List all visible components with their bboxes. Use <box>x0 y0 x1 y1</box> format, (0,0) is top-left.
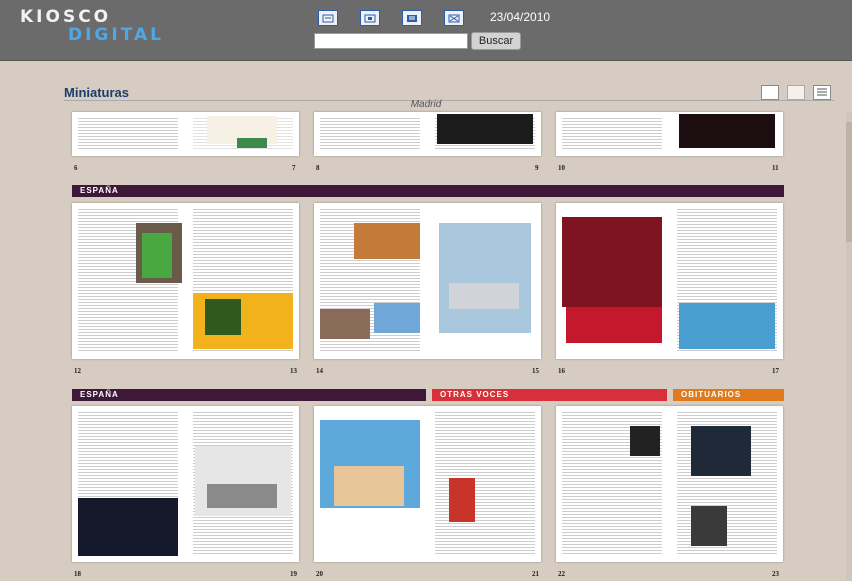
page-number: 6 <box>74 164 78 172</box>
page-thumbnail[interactable] <box>429 406 541 562</box>
page-thumbnail[interactable] <box>671 203 783 359</box>
page-thumbnail[interactable] <box>72 203 184 359</box>
page-view-icon[interactable] <box>318 10 338 26</box>
page-spread[interactable] <box>72 112 299 156</box>
page-number: 9 <box>535 164 539 172</box>
top-bar: KIOSCO DIGITAL 23/04/2010 Buscar <box>0 0 852 61</box>
section-band-obituarios: OBITUARIOS <box>673 389 784 401</box>
page-number: 12 <box>74 367 81 375</box>
page-spread[interactable] <box>556 112 783 156</box>
page-number: 18 <box>74 570 81 578</box>
screen-view-icon[interactable] <box>360 10 380 26</box>
page-spread[interactable] <box>556 203 783 359</box>
page-number: 10 <box>558 164 565 172</box>
single-page-view-icon[interactable] <box>761 85 779 100</box>
page-number: 8 <box>316 164 320 172</box>
scrollbar-thumb[interactable] <box>846 122 852 242</box>
page-number: 21 <box>532 570 539 578</box>
kiosco-digital-logo: KIOSCO DIGITAL <box>20 8 164 44</box>
page-number: 23 <box>772 570 779 578</box>
page-spread[interactable] <box>72 406 299 562</box>
page-spread[interactable] <box>314 406 541 562</box>
search-button[interactable]: Buscar <box>471 32 521 50</box>
page-spread[interactable] <box>72 203 299 359</box>
page-number: 16 <box>558 367 565 375</box>
page-number: 15 <box>532 367 539 375</box>
page-thumbnail[interactable] <box>72 112 184 156</box>
toolbar <box>318 10 464 26</box>
page-thumbnail[interactable] <box>314 112 426 156</box>
page-thumbnail[interactable] <box>72 406 184 562</box>
page-spread[interactable] <box>556 406 783 562</box>
section-band-espana: ESPAÑA <box>72 185 784 197</box>
page-thumbnail[interactable] <box>187 112 299 156</box>
edition-date: 23/04/2010 <box>490 10 551 24</box>
scrollbar[interactable] <box>846 112 852 581</box>
page-number: 13 <box>290 367 297 375</box>
page-thumbnail[interactable] <box>429 203 541 359</box>
page-number: 11 <box>772 164 779 172</box>
page-thumbnail[interactable] <box>671 406 783 562</box>
double-page-view-icon[interactable] <box>787 85 805 100</box>
page-number: 17 <box>772 367 779 375</box>
page-spread[interactable] <box>314 203 541 359</box>
page-thumbnail[interactable] <box>671 112 783 156</box>
page-number: 14 <box>316 367 323 375</box>
page-thumbnail[interactable] <box>556 203 668 359</box>
logo-bottom-text: DIGITAL <box>68 25 164 45</box>
list-layout-icon[interactable] <box>813 85 831 100</box>
page-number: 19 <box>290 570 297 578</box>
page-thumbnail[interactable] <box>556 406 668 562</box>
section-band-otras-voces: OTRAS VOCES <box>432 389 667 401</box>
page-thumbnail[interactable] <box>187 406 299 562</box>
page-thumbnail[interactable] <box>429 112 541 156</box>
page-thumbnail[interactable] <box>187 203 299 359</box>
section-band-espana: ESPAÑA <box>72 389 426 401</box>
edition-city: Madrid <box>410 99 442 110</box>
page-thumbnail[interactable] <box>314 406 426 562</box>
page-title: Miniaturas <box>64 85 130 100</box>
page-spread[interactable] <box>314 112 541 156</box>
fullscreen-icon[interactable] <box>444 10 464 26</box>
layout-switcher <box>761 85 831 100</box>
page-number: 20 <box>316 570 323 578</box>
list-view-icon[interactable] <box>402 10 422 26</box>
logo-top-text: KIOSCO <box>20 7 112 27</box>
page-number: 22 <box>558 570 565 578</box>
page-number: 7 <box>292 164 296 172</box>
page-thumbnail[interactable] <box>314 203 426 359</box>
search-input[interactable] <box>314 33 468 49</box>
page-thumbnail[interactable] <box>556 112 668 156</box>
